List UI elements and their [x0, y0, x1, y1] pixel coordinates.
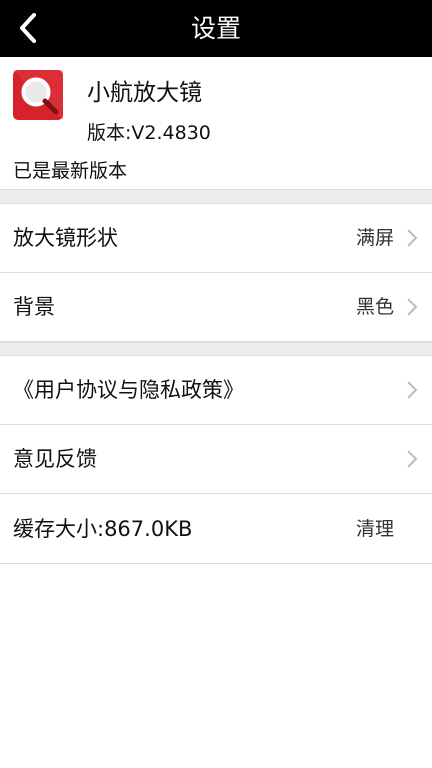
setting-label: 背景: [13, 295, 55, 319]
setting-value: 黑色: [355, 296, 394, 318]
app-name: 小航放大镜: [87, 80, 202, 106]
setting-label: 放大镜形状: [13, 226, 118, 250]
cache-size-label: 缓存大小:867.0KB: [13, 517, 193, 541]
cache-row: 缓存大小:867.0KB 清理: [0, 495, 432, 564]
clear-cache-button[interactable]: 清理: [356, 495, 394, 563]
top-bar: 设置: [0, 0, 432, 57]
app-info-section: 小航放大镜 版本:V2.4830 已是最新版本: [0, 57, 432, 190]
section-divider: [0, 342, 432, 356]
user-agreement-privacy-link[interactable]: 《用户协议与隐私政策》: [0, 356, 432, 425]
page-title: 设置: [190, 14, 241, 43]
chevron-right-icon: [407, 450, 418, 468]
link-label: 意见反馈: [13, 447, 97, 471]
back-button[interactable]: [8, 6, 48, 50]
magnifier-shape-setting[interactable]: 放大镜形状 满屏: [0, 204, 432, 273]
background-setting[interactable]: 背景 黑色: [0, 273, 432, 342]
update-status: 已是最新版本: [13, 160, 128, 182]
chevron-right-icon: [407, 381, 418, 399]
app-version: 版本:V2.4830: [87, 122, 211, 144]
section-divider: [0, 189, 432, 204]
feedback-link[interactable]: 意见反馈: [0, 425, 432, 494]
setting-value: 满屏: [355, 227, 394, 249]
magnifier-app-icon: [13, 70, 63, 120]
chevron-right-icon: [407, 298, 418, 316]
link-label: 《用户协议与隐私政策》: [13, 378, 244, 402]
chevron-left-icon: [20, 13, 36, 43]
chevron-right-icon: [407, 229, 418, 247]
